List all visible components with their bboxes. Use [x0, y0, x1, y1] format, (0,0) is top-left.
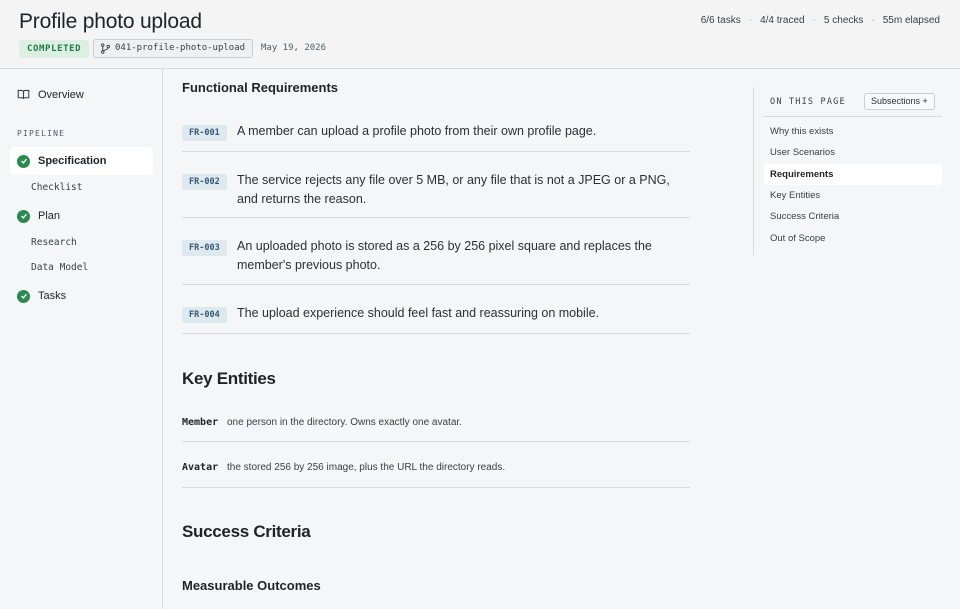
check-circle-icon: [17, 289, 30, 303]
branch-name: 041-profile-photo-upload: [115, 43, 246, 53]
sidebar: Overview PIPELINE Specification Checklis…: [0, 69, 163, 609]
requirement-id: FR-003: [182, 240, 227, 256]
sidebar-item-research[interactable]: Research: [31, 237, 77, 248]
requirement-text: An uploaded photo is stored as a 256 by …: [237, 239, 652, 272]
subsections-button[interactable]: Subsections +: [864, 93, 935, 110]
toc-heading: ON THIS PAGE: [770, 97, 846, 107]
entity-description: one person in the directory. Owns exactl…: [227, 417, 462, 428]
sidebar-item-label: Tasks: [38, 290, 67, 302]
stat-tasks: 6/6 tasks: [700, 15, 741, 26]
sidebar-item-plan[interactable]: Plan: [10, 202, 153, 230]
page-header: Profile photo upload COMPLETED 041-profi…: [0, 0, 960, 69]
git-branch-icon: [101, 43, 110, 54]
entity-name: Member: [182, 417, 219, 428]
requirement-text: The service rejects any file over 5 MB, …: [237, 173, 670, 206]
stat-separator: ·: [748, 15, 753, 26]
entity-name: Avatar: [182, 462, 219, 473]
stats-bar: 6/6 tasks · 4/4 traced · 5 checks · 55m …: [701, 15, 940, 26]
requirement-id: FR-001: [182, 125, 227, 141]
toc-item-key-entities[interactable]: Key Entities: [764, 185, 942, 206]
book-icon: [17, 89, 30, 100]
toc-item-requirements[interactable]: Requirements: [764, 164, 942, 185]
sidebar-item-specification[interactable]: Specification: [10, 147, 153, 175]
requirement-row: FR-004 The upload experience should feel…: [182, 285, 690, 334]
check-circle-icon: [17, 154, 30, 168]
spec-date: May 19, 2026: [261, 43, 327, 53]
key-entities-heading: Key Entities: [182, 369, 276, 388]
sidebar-item-label: Plan: [38, 210, 61, 222]
sidebar-item-tasks[interactable]: Tasks: [10, 282, 153, 310]
stat-checks: 5 checks: [823, 15, 864, 26]
requirement-id: FR-002: [182, 174, 227, 190]
stat-traced: 4/4 traced: [760, 15, 805, 26]
sidebar-item-overview[interactable]: Overview: [17, 88, 84, 101]
entity-row: Avatar the stored 256 by 256 image, plus…: [182, 442, 690, 488]
status-badge: COMPLETED: [19, 40, 90, 58]
check-circle-icon: [17, 209, 30, 223]
entity-description: the stored 256 by 256 image, plus the UR…: [227, 462, 506, 473]
stat-separator: ·: [812, 15, 816, 26]
toc-item-why-this-exists[interactable]: Why this exists: [764, 121, 942, 142]
pipeline-label: PIPELINE: [17, 129, 66, 138]
stat-elapsed: 55m elapsed: [882, 15, 940, 26]
toc-divider: [764, 116, 942, 117]
success-criteria-heading: Success Criteria: [182, 522, 311, 541]
sidebar-item-label: Specification: [38, 155, 107, 167]
page-title: Profile photo upload: [19, 10, 202, 33]
entity-row: Member one person in the directory. Owns…: [182, 405, 690, 442]
branch-chip[interactable]: 041-profile-photo-upload: [93, 39, 254, 58]
toc-item-success-criteria[interactable]: Success Criteria: [764, 206, 942, 227]
sidebar-item-checklist[interactable]: Checklist: [31, 182, 82, 193]
requirement-row: FR-001 A member can upload a profile pho…: [182, 117, 690, 152]
toc-item-user-scenarios[interactable]: User Scenarios: [764, 142, 942, 163]
main-content: Functional Requirements FR-001 A member …: [182, 69, 690, 609]
requirement-row: FR-003 An uploaded photo is stored as a …: [182, 218, 690, 285]
on-this-page-panel: ON THIS PAGE Subsections + Why this exis…: [753, 87, 942, 255]
measurable-outcomes-heading: Measurable Outcomes: [182, 578, 321, 593]
toc-item-out-of-scope[interactable]: Out of Scope: [764, 228, 942, 249]
requirement-id: FR-004: [182, 307, 227, 323]
requirement-text: A member can upload a profile photo from…: [237, 124, 597, 138]
functional-requirements-heading: Functional Requirements: [182, 80, 339, 95]
requirement-row: FR-002 The service rejects any file over…: [182, 152, 690, 218]
requirement-text: The upload experience should feel fast a…: [237, 306, 600, 320]
sidebar-item-data-model[interactable]: Data Model: [31, 262, 88, 273]
sidebar-item-label: Overview: [38, 88, 84, 101]
stat-separator: ·: [871, 15, 875, 26]
